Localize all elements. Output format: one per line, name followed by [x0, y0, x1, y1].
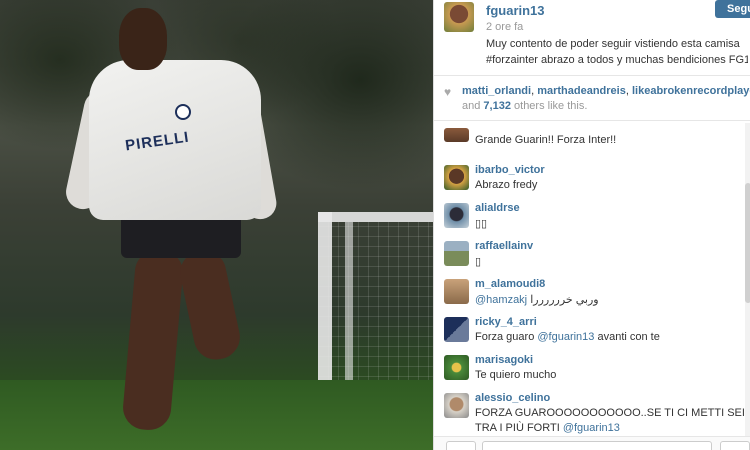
goal-crossbar: [318, 212, 433, 222]
comment-text: Grande Guarin!! Forza Inter!!: [475, 134, 617, 146]
author-avatar[interactable]: [444, 2, 474, 32]
commenter-avatar[interactable]: [444, 128, 469, 142]
post-header: fguarin13 2 ore fa Muy contento de poder…: [434, 0, 750, 76]
likes-separator: ,: [625, 85, 629, 97]
comment-body: TRA I PIÙ FORTI: [475, 422, 560, 434]
comment-text-line-2: TRA I PIÙ FORTI @fguarin13: [475, 422, 620, 434]
like-button[interactable]: [446, 441, 476, 450]
scrollbar-thumb[interactable]: [745, 183, 750, 303]
like-user-link[interactable]: marthadeandreis: [537, 85, 626, 97]
likes-suffix: others like this.: [514, 100, 588, 112]
comment-username[interactable]: raffaellainv: [475, 240, 533, 252]
like-user-link[interactable]: likeabrokenrecordplayer: [632, 85, 750, 97]
comment-body: Forza guaro: [475, 331, 535, 343]
comment-item: Grande Guarin!! Forza Inter!!: [434, 123, 750, 161]
comment-text: Te quiero mucho: [475, 369, 557, 381]
comments-list[interactable]: Grande Guarin!! Forza Inter!! ibarbo_vic…: [434, 123, 750, 436]
commenter-avatar[interactable]: [444, 203, 469, 228]
commenter-avatar[interactable]: [444, 355, 469, 380]
comment-body: وربي خررررررا: [530, 294, 599, 306]
comment-mention[interactable]: @fguarin13: [537, 331, 594, 343]
comment-text: @hamzakj وربي خررررررا: [475, 293, 599, 306]
commenter-avatar[interactable]: [444, 317, 469, 342]
author-username[interactable]: fguarin13: [486, 3, 545, 18]
comment-text: Forza guaro @fguarin13 avanti con te: [475, 331, 660, 343]
commenter-avatar[interactable]: [444, 165, 469, 190]
comment-item: m_alamoudi8 @hamzakj وربي خررررررا: [434, 274, 750, 312]
comment-username[interactable]: ricky_4_arri: [475, 316, 537, 328]
comment-text: FORZA GUAROOOOOOOOOOO..SE TI CI METTI SE…: [475, 407, 745, 419]
comment-item: alialdrse ▯▯: [434, 198, 750, 236]
comment-item: ibarbo_victor Abrazo fredy: [434, 160, 750, 198]
comment-footer: [434, 436, 750, 450]
more-options-button[interactable]: [720, 441, 750, 450]
likes-section: ♥ matti_orlandi, marthadeandreis, likeab…: [434, 77, 750, 121]
heart-icon: ♥: [444, 85, 452, 99]
commenter-avatar[interactable]: [444, 279, 469, 304]
likes-separator: ,: [531, 85, 535, 97]
likes-prefix: and: [462, 100, 481, 112]
likes-count-line: and 7,132 others like this.: [462, 100, 587, 112]
goal-post-left: [318, 212, 332, 387]
comment-username[interactable]: m_alamoudi8: [475, 278, 545, 290]
post-caption: Muy contento de poder seguir vistiendo e…: [486, 36, 748, 68]
comment-mention[interactable]: @fguarin13: [563, 422, 620, 434]
comment-username[interactable]: ibarbo_victor: [475, 164, 545, 176]
comment-item: marisagoki Te quiero mucho: [434, 350, 750, 388]
comment-item: alessio_celino FORZA GUAROOOOOOOOOOO..SE…: [434, 388, 750, 436]
comments-scrollbar[interactable]: [745, 123, 750, 436]
club-badge: [175, 104, 191, 120]
goal-post-back: [345, 222, 353, 387]
comment-username[interactable]: alessio_celino: [475, 392, 550, 404]
player-head: [119, 8, 167, 70]
post-photo[interactable]: PIRELLI: [0, 0, 433, 450]
goal-net: [318, 222, 433, 387]
player-leg-right: [176, 246, 244, 364]
commenter-avatar[interactable]: [444, 241, 469, 266]
comment-text: Abrazo fredy: [475, 179, 538, 191]
comment-username[interactable]: alialdrse: [475, 202, 520, 214]
comment-body-after: avanti con te: [597, 331, 660, 343]
player-figure: PIRELLI: [62, 0, 285, 450]
comment-username[interactable]: marisagoki: [475, 354, 533, 366]
likes-users: matti_orlandi, marthadeandreis, likeabro…: [462, 85, 750, 97]
follow-button[interactable]: Segui: [715, 0, 750, 18]
comment-text: ▯: [475, 256, 482, 268]
post-details-panel: fguarin13 2 ore fa Muy contento de poder…: [433, 0, 750, 450]
comment-text: ▯▯: [475, 218, 488, 230]
commenter-avatar[interactable]: [444, 393, 469, 418]
caption-line-1: Muy contento de poder seguir vistiendo e…: [486, 38, 740, 50]
player-leg-left: [121, 248, 185, 432]
like-user-link[interactable]: matti_orlandi: [462, 85, 531, 97]
comment-item: raffaellainv ▯: [434, 236, 750, 274]
comment-item: ricky_4_arri Forza guaro @fguarin13 avan…: [434, 312, 750, 350]
likes-count[interactable]: 7,132: [483, 100, 511, 112]
player-shorts: [121, 214, 241, 258]
comment-mention[interactable]: @hamzakj: [475, 294, 527, 306]
post-time: 2 ore fa: [486, 21, 524, 33]
caption-line-2: #forzainter abrazo a todos y muchas bend…: [486, 54, 748, 66]
comment-input[interactable]: [482, 441, 712, 450]
